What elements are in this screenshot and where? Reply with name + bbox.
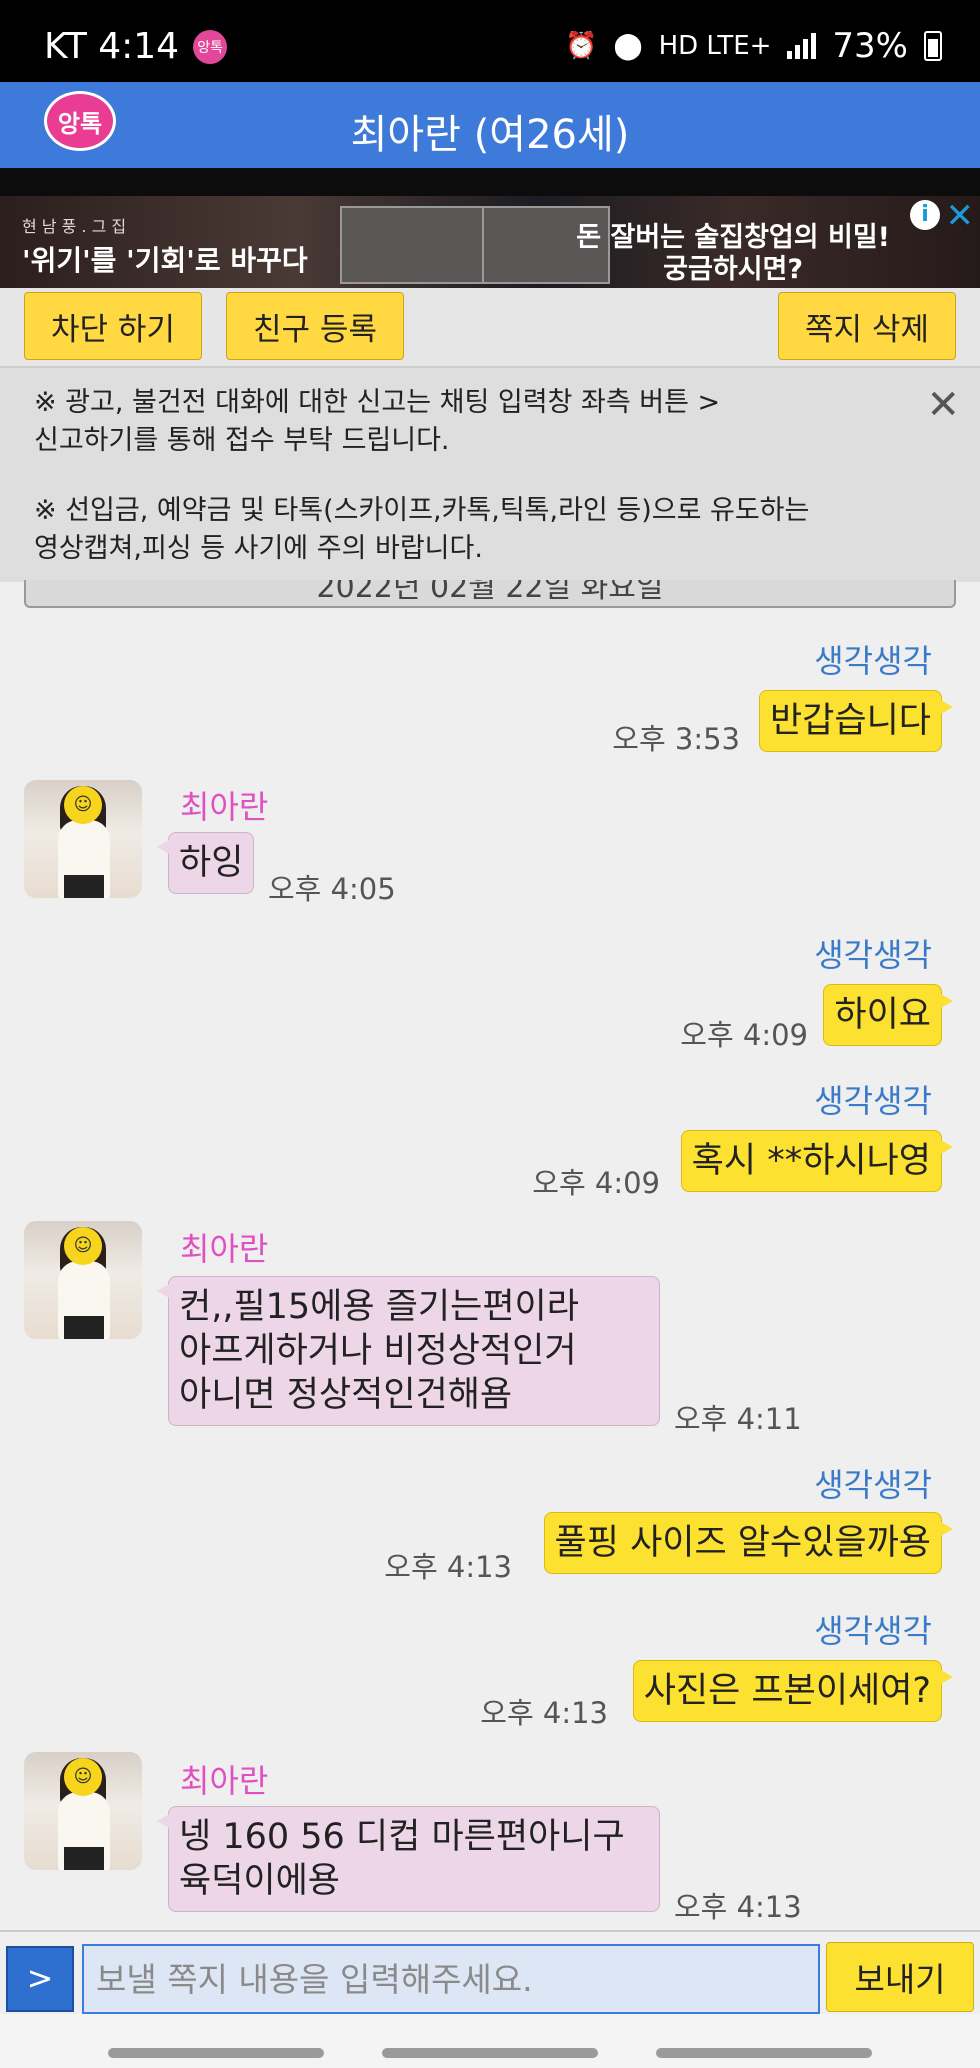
ad-left-main: '위기'를 '기회'로 바꾸다 bbox=[22, 244, 308, 277]
status-bar: KT 4:14 앙톡 ⏰ ⬤ HD LTE+ 73% bbox=[0, 0, 980, 82]
message-input[interactable] bbox=[82, 1944, 820, 2014]
delete-note-button[interactable]: 쪽지 삭제 bbox=[778, 292, 956, 360]
add-friend-button[interactable]: 친구 등록 bbox=[226, 292, 404, 360]
chat-header: 앙톡 최아란 (여26세) bbox=[0, 82, 980, 168]
date-divider-text: 2022년 02월 22일 화요일 bbox=[316, 580, 664, 605]
partner-avatar[interactable]: ☺ bbox=[24, 1752, 142, 1870]
my-message-bubble[interactable]: 혹시 **하시나영 bbox=[680, 1130, 954, 1192]
message-text-line: 아프게하거나 비정상적인거 bbox=[179, 1331, 577, 1371]
message-time: 오후 3:53 bbox=[612, 722, 740, 756]
status-left: KT 4:14 앙톡 bbox=[44, 26, 228, 67]
smiley-icon: ☺ bbox=[64, 1227, 102, 1265]
app-notification-icon: 앙톡 bbox=[193, 29, 228, 64]
message-text: 사진은 프본이세여? bbox=[643, 1671, 931, 1711]
ad-left-text: 현 남 풍 . 그 집 '위기'를 '기회'로 바꾸다 bbox=[22, 210, 308, 278]
warning-notice: ※ 광고, 불건전 대화에 대한 신고는 채팅 입력창 좌측 버튼 > 신고하기… bbox=[0, 368, 980, 582]
notice-line-4: 영상캡쳐,피싱 등 사기에 주의 바랍니다. bbox=[34, 533, 483, 564]
message-text: 반갑습니다 bbox=[769, 701, 931, 741]
battery-percent: 73% bbox=[832, 26, 908, 66]
ad-right-line-2: 궁금하시면? bbox=[663, 254, 804, 285]
message-text: 풀핑 사이즈 알수있을까용 bbox=[554, 1523, 931, 1563]
report-menu-button[interactable]: > bbox=[6, 1946, 74, 2012]
notice-line-2: 신고하기를 통해 접수 부탁 드립니다. bbox=[34, 425, 450, 456]
message-text: 하잉 bbox=[179, 843, 244, 883]
message-time: 오후 4:13 bbox=[674, 1890, 802, 1924]
sender-name: 최아란 bbox=[180, 788, 269, 826]
partner-message-bubble[interactable]: 넹 160 56 디컵 마른편아니구 육덕이에용 bbox=[157, 1806, 660, 1912]
partner-message-bubble[interactable]: 하잉 bbox=[156, 832, 255, 894]
message-text-line: 컨,,필15에용 즐기는편이라 bbox=[179, 1287, 579, 1327]
sender-name: 생각생각 bbox=[814, 1466, 932, 1504]
nav-home-handle[interactable] bbox=[382, 2048, 598, 2058]
notice-line-3: ※ 선입금, 예약금 및 타톡(스카이프,카톡,틱톡,라인 등)으로 유도하는 bbox=[34, 495, 810, 526]
nav-back-handle[interactable] bbox=[656, 2048, 872, 2058]
message-time: 오후 4:13 bbox=[480, 1696, 608, 1730]
header-divider bbox=[0, 168, 980, 196]
sender-name: 최아란 bbox=[180, 1230, 269, 1268]
action-bar: 차단 하기 친구 등록 쪽지 삭제 bbox=[0, 288, 980, 368]
sender-name: 최아란 bbox=[180, 1762, 269, 1800]
sender-name: 생각생각 bbox=[814, 936, 932, 974]
partner-message-bubble[interactable]: 컨,,필15에용 즐기는편이라 아프게하거나 비정상적인거 아니면 정상적인건해… bbox=[157, 1276, 660, 1426]
ad-right-text: 돈 잘버는 술집창업의 비밀! 궁금하시면? bbox=[576, 222, 890, 286]
alarm-icon: ⏰ bbox=[565, 31, 598, 61]
sender-name: 생각생각 bbox=[814, 1082, 932, 1120]
carrier-time: KT 4:14 bbox=[44, 26, 180, 67]
ad-banner[interactable]: 현 남 풍 . 그 집 '위기'를 '기회'로 바꾸다 돈 잘버는 술집창업의 … bbox=[0, 196, 980, 288]
date-divider: 2022년 02월 22일 화요일 bbox=[24, 580, 956, 608]
ad-right-line-1: 돈 잘버는 술집창업의 비밀! bbox=[576, 222, 890, 253]
signal-icon bbox=[787, 33, 817, 59]
partner-avatar[interactable]: ☺ bbox=[24, 780, 142, 898]
message-text-line: 아니면 정상적인건해욤 bbox=[179, 1375, 513, 1415]
ad-left-small: 현 남 풍 . 그 집 bbox=[22, 217, 127, 236]
notice-line-1: ※ 광고, 불건전 대화에 대한 신고는 채팅 입력창 좌측 버튼 > bbox=[34, 387, 721, 418]
network-type: HD LTE+ bbox=[658, 31, 772, 61]
message-time: 오후 4:09 bbox=[680, 1018, 808, 1052]
ad-close-icon[interactable]: ✕ bbox=[946, 196, 975, 236]
message-text: 혹시 **하시나영 bbox=[691, 1141, 931, 1181]
my-message-bubble[interactable]: 사진은 프본이세여? bbox=[632, 1660, 954, 1722]
partner-avatar[interactable]: ☺ bbox=[24, 1221, 142, 1339]
battery-icon bbox=[924, 31, 942, 61]
system-nav-bar bbox=[0, 2014, 980, 2068]
sender-name: 생각생각 bbox=[814, 642, 932, 680]
smiley-icon: ☺ bbox=[64, 786, 102, 824]
smiley-icon: ☺ bbox=[64, 1758, 102, 1796]
message-text-line: 넹 160 56 디컵 마른편아니구 bbox=[179, 1817, 625, 1857]
my-message-bubble[interactable]: 반갑습니다 bbox=[758, 690, 954, 752]
notice-close-icon[interactable]: ✕ bbox=[926, 382, 960, 428]
ad-info-icon[interactable]: i bbox=[910, 200, 940, 230]
message-text: 하이요 bbox=[834, 995, 931, 1035]
my-message-bubble[interactable]: 하이요 bbox=[823, 984, 953, 1046]
ad-image bbox=[340, 206, 610, 284]
status-right: ⏰ ⬤ HD LTE+ 73% bbox=[565, 26, 942, 66]
message-time: 오후 4:05 bbox=[268, 872, 396, 906]
location-icon: ⬤ bbox=[613, 31, 643, 61]
send-button[interactable]: 보내기 bbox=[826, 1942, 974, 2012]
nav-recents-handle[interactable] bbox=[108, 2048, 324, 2058]
message-time: 오후 4:13 bbox=[384, 1550, 512, 1584]
message-input-bar: > 보내기 bbox=[0, 1930, 980, 2014]
chat-partner-title: 최아란 (여26세) bbox=[350, 112, 630, 158]
my-message-bubble[interactable]: 풀핑 사이즈 알수있을까용 bbox=[543, 1512, 954, 1574]
block-button[interactable]: 차단 하기 bbox=[24, 292, 202, 360]
message-time: 오후 4:09 bbox=[532, 1166, 660, 1200]
message-time: 오후 4:11 bbox=[674, 1402, 802, 1436]
sender-name: 생각생각 bbox=[814, 1612, 932, 1650]
message-text-line: 육덕이에용 bbox=[179, 1861, 341, 1901]
